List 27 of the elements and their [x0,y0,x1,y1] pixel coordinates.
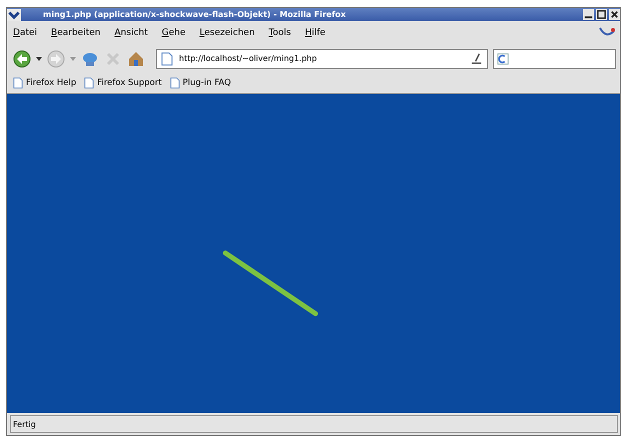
menu-item[interactable]: Bearbeiten [51,28,100,38]
home-icon[interactable] [127,50,145,68]
search-field[interactable] [493,48,616,68]
minimize-icon[interactable] [583,9,594,20]
maximize-icon[interactable] [596,9,607,20]
status-text: Fertig [12,420,36,428]
menu-item[interactable]: Lesezeichen [200,28,255,38]
dropdown-icon[interactable] [36,56,42,60]
bookmark-item[interactable]: Firefox Help [13,76,76,88]
close-icon[interactable] [609,9,620,20]
back-icon[interactable] [13,50,31,68]
window-title: ming1.php (application/x-shockwave-flash-Objekt) - Mozilla Firefox [42,10,347,19]
bookmark-item[interactable]: Firefox Support [84,76,162,88]
address-field[interactable]: http://localhost/~oliver/ming1.php [156,48,488,68]
menu-item[interactable]: Datei [13,28,38,38]
page-icon [170,76,180,88]
search-engine-icon [497,52,509,66]
menu-item[interactable]: Ansicht [114,28,148,38]
page-icon [13,76,23,88]
menu-item[interactable]: Gehe [162,28,186,38]
page-icon [84,76,94,88]
go-icon[interactable] [470,52,483,65]
menu-item[interactable]: Hilfe [304,28,326,38]
window-menu-icon[interactable] [7,8,21,20]
page-icon [161,52,173,66]
menu-item[interactable]: Tools [268,28,291,38]
bookmark-item[interactable]: Plug-in FAQ [170,76,231,88]
